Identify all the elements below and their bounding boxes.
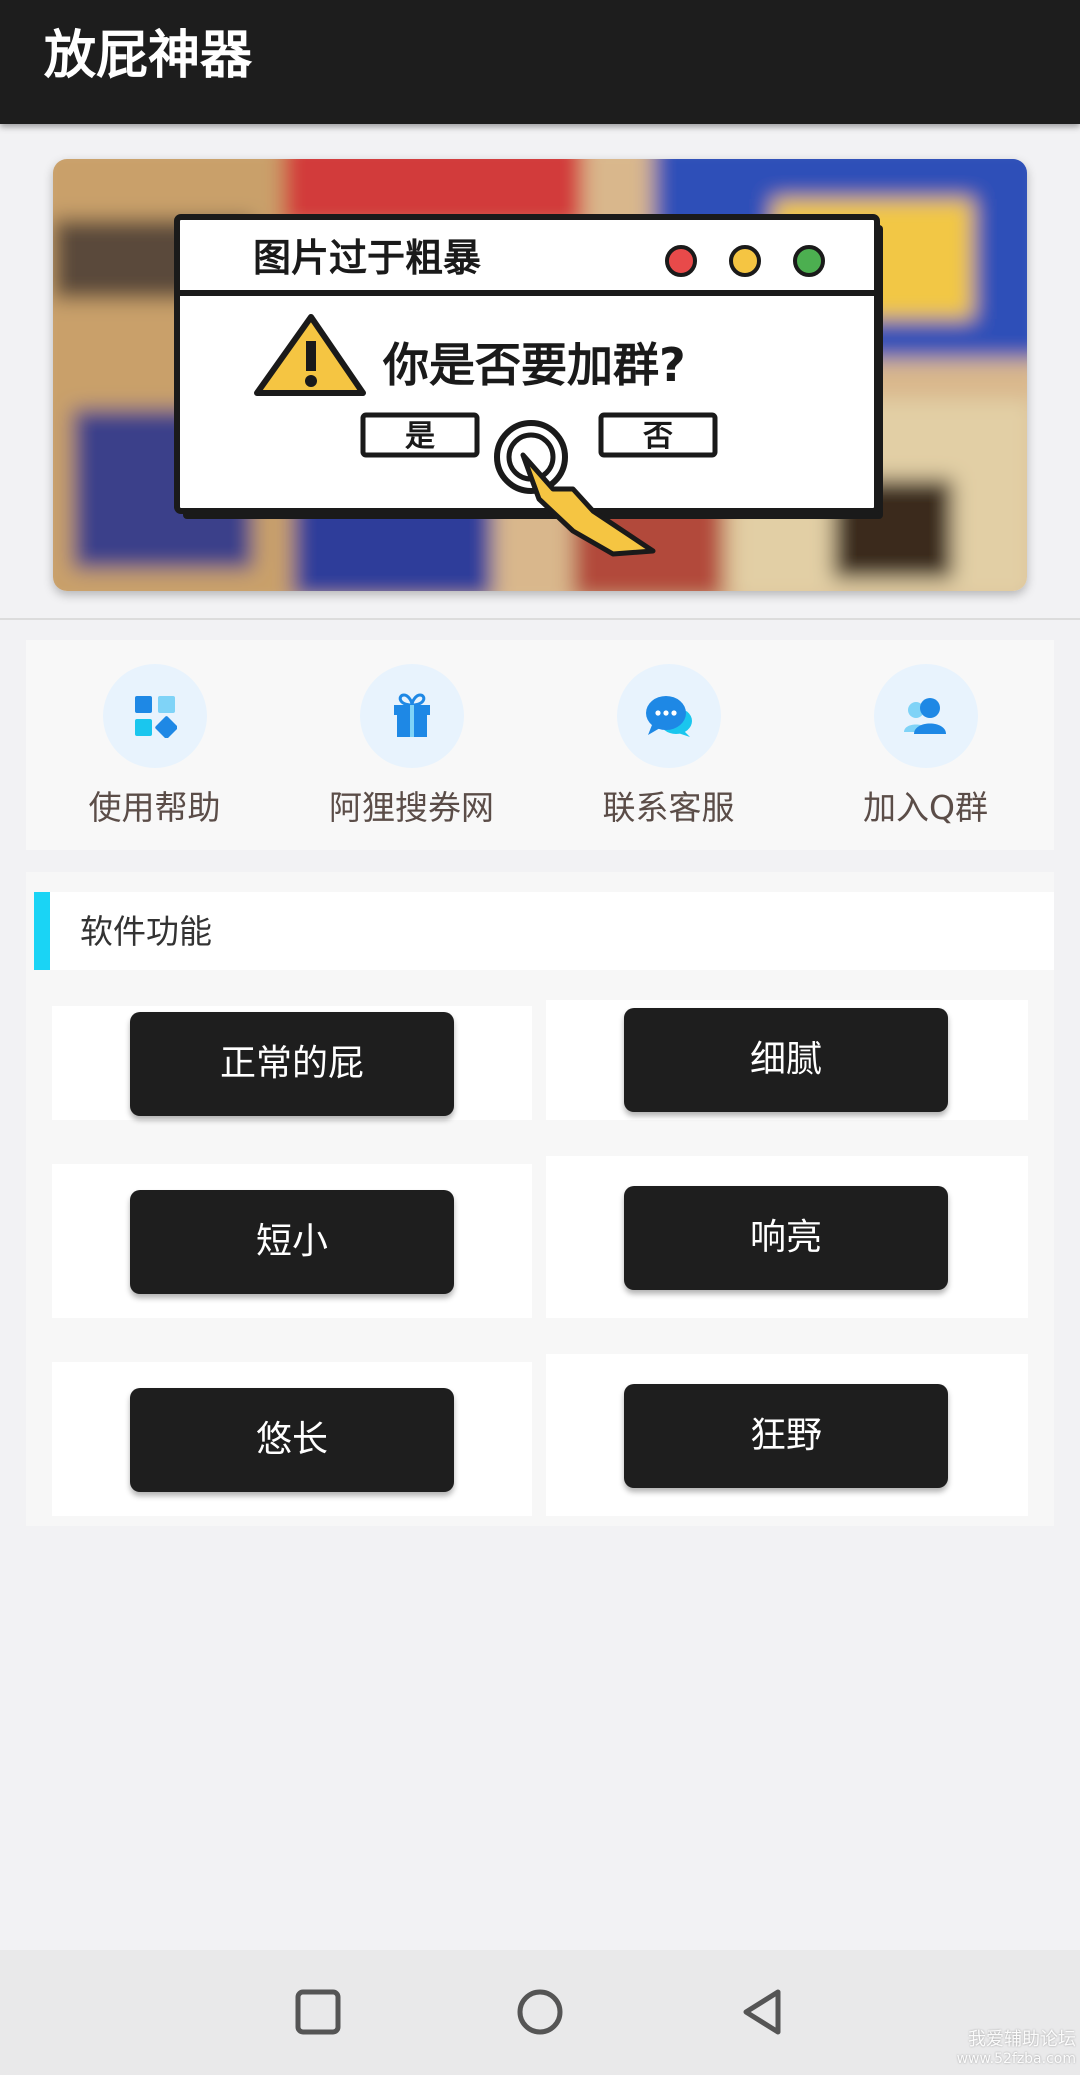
quick-link-label: 使用帮助 bbox=[88, 788, 221, 827]
quick-link-help[interactable]: 使用帮助 bbox=[26, 640, 283, 850]
sound-loud-button[interactable]: 响亮 bbox=[624, 1186, 948, 1290]
app-title: 放屁神器 bbox=[44, 26, 253, 86]
feature-cell: 正常的屁 bbox=[52, 1006, 532, 1120]
system-nav-bar: 我爱辅助论坛 www.52fzba.com bbox=[0, 1950, 1080, 2075]
feature-cell: 短小 bbox=[52, 1164, 532, 1318]
features-section: 软件功能 正常的屁 细腻 短小 响亮 悠长 狂野 bbox=[26, 872, 1054, 1526]
app-bar: 放屁神器 bbox=[0, 0, 1080, 124]
chat-bubbles-icon bbox=[616, 664, 721, 768]
banner-illustration: 图片过于粗暴 你是否要加群? 是 否 bbox=[53, 159, 1027, 591]
promo-banner[interactable]: 图片过于粗暴 你是否要加群? 是 否 bbox=[53, 159, 1027, 591]
user-group-icon bbox=[873, 664, 978, 768]
feature-cell: 响亮 bbox=[546, 1156, 1028, 1318]
quick-link-label: 加入Q群 bbox=[863, 788, 988, 827]
accent-bar bbox=[34, 892, 50, 970]
watermark-line1: 我爱辅助论坛 bbox=[968, 2029, 1076, 2050]
home-icon[interactable] bbox=[508, 1980, 572, 2044]
sound-delicate-button[interactable]: 细腻 bbox=[624, 1008, 948, 1112]
banner-question: 你是否要加群? bbox=[382, 338, 686, 392]
quick-links-panel: 使用帮助 阿狸搜券网 联系客服 加入Q群 bbox=[26, 640, 1054, 850]
features-title: 软件功能 bbox=[80, 912, 212, 951]
feature-cell: 细腻 bbox=[546, 1000, 1028, 1120]
watermark: 我爱辅助论坛 www.52fzba.com bbox=[957, 2029, 1076, 2067]
watermark-line2: www.52fzba.com bbox=[956, 2051, 1076, 2067]
sound-wild-button[interactable]: 狂野 bbox=[624, 1384, 948, 1488]
recent-apps-icon[interactable] bbox=[286, 1980, 350, 2044]
banner-yes: 是 bbox=[405, 419, 435, 454]
quick-link-coupon[interactable]: 阿狸搜券网 bbox=[283, 640, 540, 850]
quick-link-support[interactable]: 联系客服 bbox=[540, 640, 797, 850]
quick-link-group[interactable]: 加入Q群 bbox=[797, 640, 1054, 850]
divider bbox=[0, 618, 1080, 620]
banner-window-title: 图片过于粗暴 bbox=[253, 236, 481, 280]
quick-link-label: 联系客服 bbox=[602, 788, 735, 827]
features-header: 软件功能 bbox=[34, 892, 1054, 970]
grid-apps-icon bbox=[102, 664, 207, 768]
feature-cell: 狂野 bbox=[546, 1354, 1028, 1516]
banner-no: 否 bbox=[643, 419, 673, 454]
back-icon[interactable] bbox=[732, 1980, 796, 2044]
sound-long-button[interactable]: 悠长 bbox=[130, 1388, 454, 1492]
sound-short-button[interactable]: 短小 bbox=[130, 1190, 454, 1294]
gift-icon bbox=[359, 664, 464, 768]
quick-link-label: 阿狸搜券网 bbox=[329, 788, 494, 827]
sound-normal-button[interactable]: 正常的屁 bbox=[130, 1012, 454, 1116]
feature-cell: 悠长 bbox=[52, 1362, 532, 1516]
